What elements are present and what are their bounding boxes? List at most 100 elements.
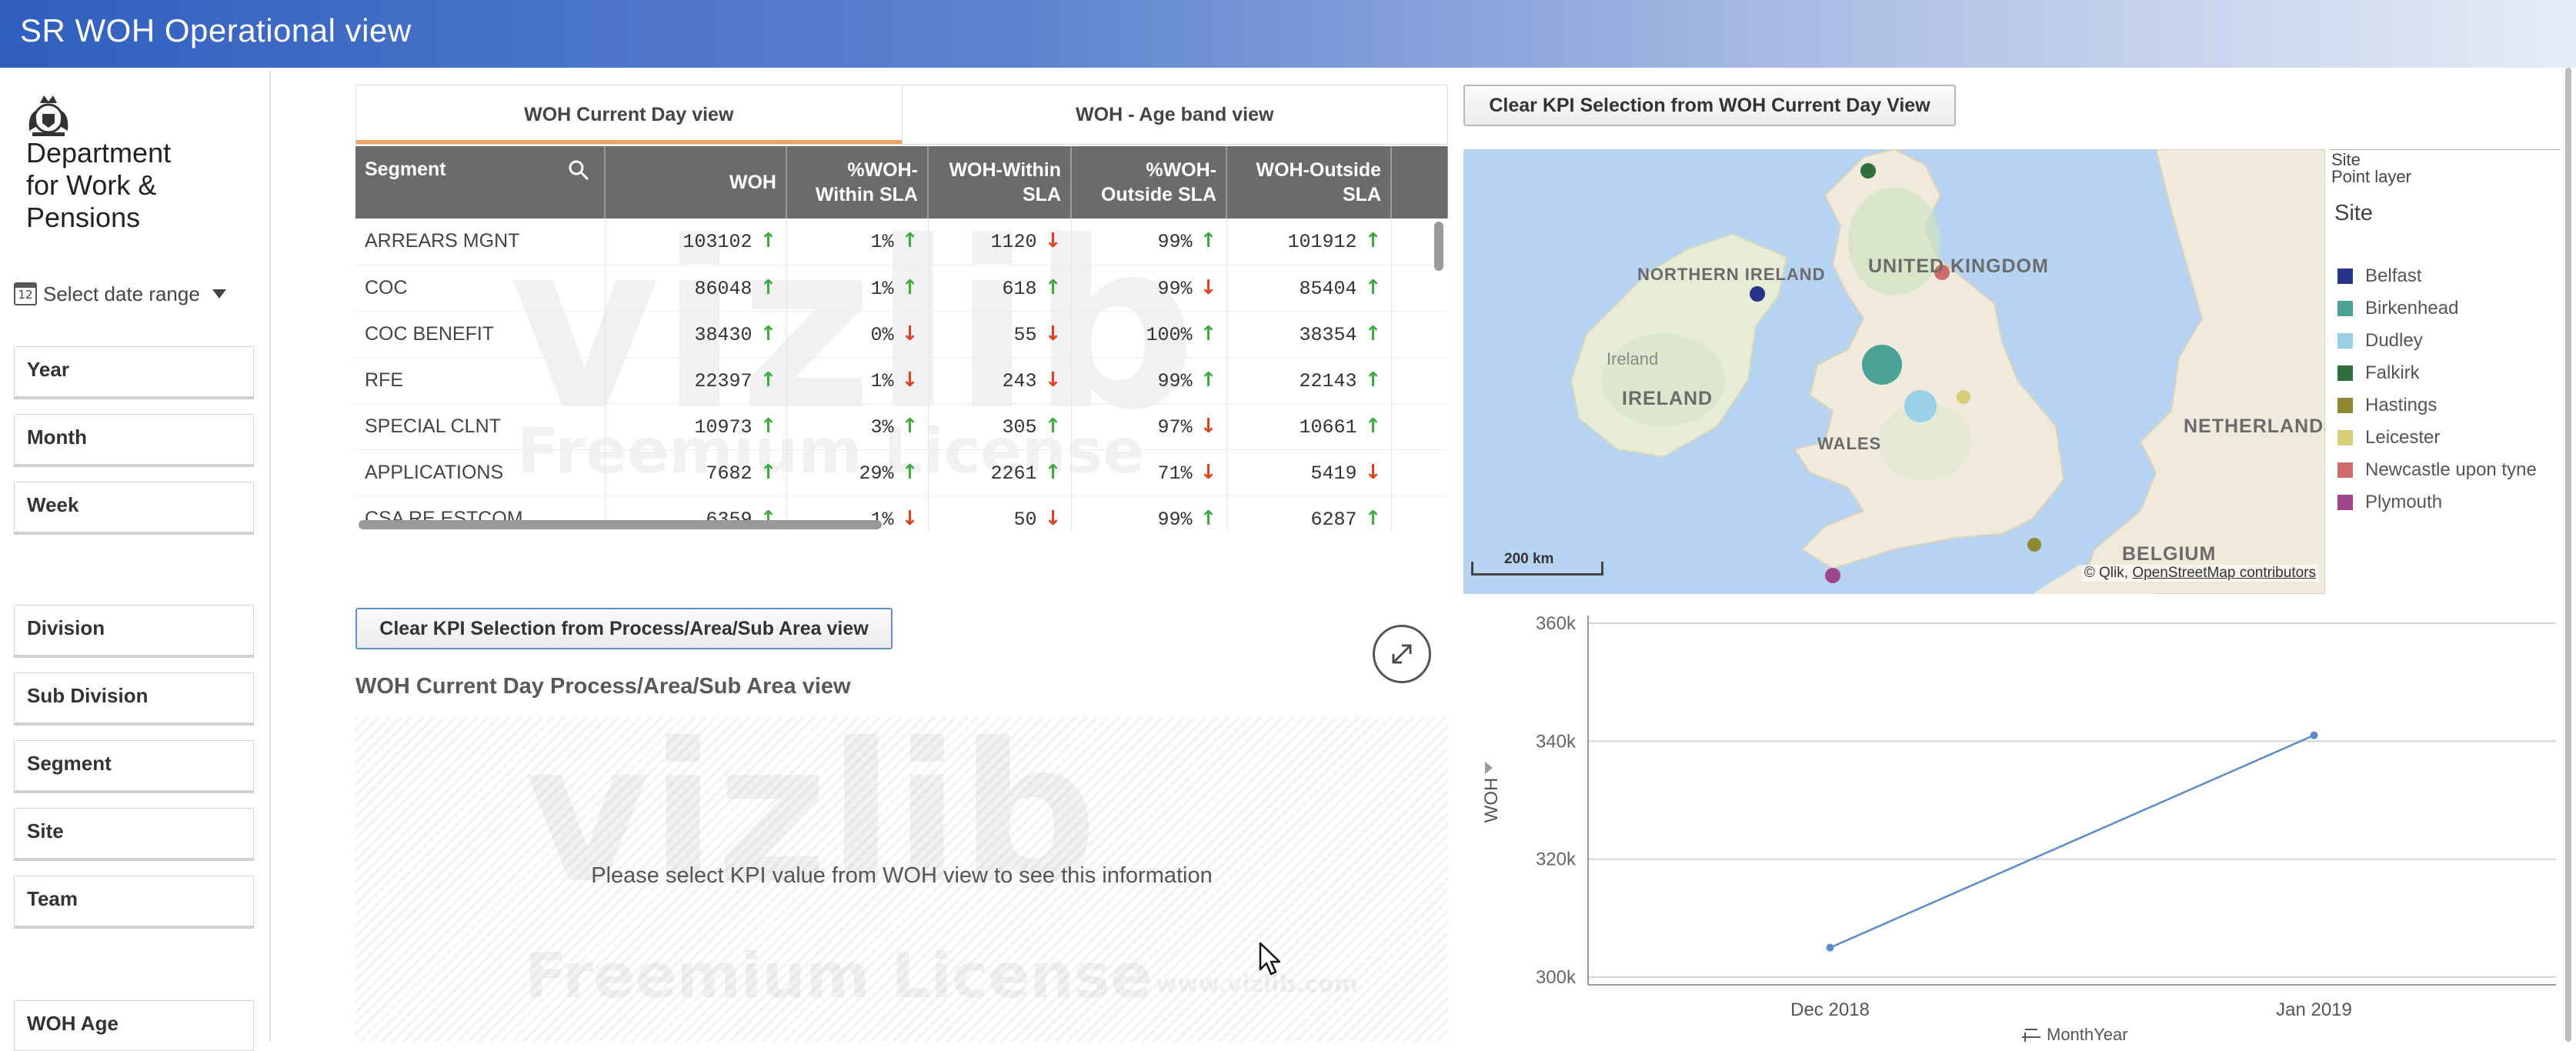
filter-segment[interactable]: Segment (14, 740, 254, 791)
col-header-pct-within-sla[interactable]: %WOH- Within SLA (786, 146, 929, 219)
col-header-pct-outside-sla[interactable]: %WOH- Outside SLA (1071, 146, 1227, 219)
legend-swatch (2337, 333, 2353, 349)
site-point-hastings[interactable] (2027, 538, 2041, 552)
table-row[interactable]: RFE 22397 ↑ 1% ↓ 243 ↓ 99% ↑ 22143 ↑ (355, 357, 1448, 404)
expand-icon[interactable] (1373, 625, 1431, 683)
legend-item[interactable]: Leicester (2337, 427, 2440, 449)
legend-item[interactable]: Plymouth (2337, 492, 2442, 513)
col-header-spacer (1391, 146, 1448, 219)
cell-woh-outside-sla[interactable]: 6287 ↑ (1226, 495, 1392, 531)
table-row[interactable]: APPLICATIONS 7682 ↑ 29% ↑ 2261 ↑ 71% ↓ 5419 ↓ (355, 449, 1448, 496)
filter-month[interactable]: Month (14, 414, 254, 465)
woh-trend-chart[interactable]: 360k 340k 320k 300k Dec 2018 Jan 2019 WOH Month… (1463, 608, 2556, 1042)
filter-sub-division[interactable]: Sub Division (14, 672, 254, 723)
filter-woh-age[interactable]: WOH Age (14, 1000, 254, 1051)
filter-year[interactable]: Year (14, 346, 254, 397)
cell-value: 7682 (706, 462, 752, 485)
filter-division[interactable]: Division (14, 605, 254, 656)
cell-woh-outside-sla[interactable]: 22143 ↑ (1226, 357, 1392, 404)
site-point-birkenhead[interactable] (1862, 345, 1902, 385)
process-empty-message: Please select KPI value from WOH view to… (591, 863, 1213, 888)
cell-segment[interactable]: SPECIAL CLNT (355, 403, 606, 450)
tab-woh-current-day[interactable]: WOH Current Day view (356, 85, 902, 144)
site-point-falkirk[interactable] (1860, 163, 1876, 179)
legend-item[interactable]: Falkirk (2337, 362, 2420, 384)
table-vertical-scrollbar[interactable] (1434, 222, 1443, 271)
cell-pct-outside-sla[interactable]: 99% ↑ (1071, 219, 1227, 265)
date-range-picker[interactable]: 12 Select date range (14, 280, 226, 308)
cell-woh[interactable]: 86048 ↑ (605, 265, 787, 312)
cell-pct-outside-sla[interactable]: 71% ↓ (1071, 449, 1227, 496)
legend-item[interactable]: Birkenhead (2337, 298, 2458, 319)
cell-woh[interactable]: 10973 ↑ (605, 403, 787, 450)
cell-woh-outside-sla[interactable]: 85404 ↑ (1226, 265, 1392, 312)
col-header-segment[interactable]: Segment (355, 146, 606, 219)
site-point-belfast[interactable] (1750, 286, 1765, 302)
cell-segment[interactable]: ARREARS MGNT (355, 219, 606, 265)
col-header-woh[interactable]: WOH (605, 146, 787, 219)
osm-attribution-link[interactable]: OpenStreetMap contributors (2132, 565, 2316, 581)
legend-item[interactable]: Belfast (2337, 265, 2421, 287)
cell-woh[interactable]: 38430 ↑ (605, 311, 787, 358)
search-icon[interactable] (567, 158, 590, 182)
legend-item[interactable]: Newcastle upon tyne (2337, 459, 2537, 481)
legend-swatch (2337, 430, 2353, 445)
legend-label: Leicester (2365, 427, 2441, 448)
cell-segment[interactable]: COC (355, 265, 606, 312)
site-map[interactable]: NORTHERN IRELAND UNITED KINGDOM Ireland … (1463, 149, 2325, 594)
cell-woh-outside-sla[interactable]: 101912 ↑ (1226, 219, 1392, 265)
table-row[interactable]: COC BENEFIT 38430 ↑ 0% ↓ 55 ↓ 100% ↑ 38354 ↑ (355, 311, 1448, 358)
cell-woh[interactable]: 7682 ↑ (605, 449, 787, 496)
cell-segment[interactable]: RFE (355, 357, 606, 404)
table-horizontal-scrollbar[interactable] (359, 520, 882, 529)
legend-item[interactable]: Dudley (2337, 330, 2423, 352)
table-header-row: Segment WOH %WOH- Within SLA WOH-Within … (355, 146, 1448, 219)
arrow-up-icon: ↑ (1200, 229, 1217, 253)
cell-woh-within-sla[interactable]: 55 ↓ (928, 311, 1072, 358)
cell-pct-outside-sla[interactable]: 99% ↑ (1071, 357, 1227, 404)
filter-week[interactable]: Week (14, 482, 254, 532)
cell-pct-within-sla[interactable]: 1% ↑ (786, 265, 929, 312)
cell-segment[interactable]: APPLICATIONS (355, 449, 606, 496)
cell-pct-outside-sla[interactable]: 97% ↓ (1071, 403, 1227, 450)
calendar-icon: 12 (14, 282, 37, 305)
cell-woh-within-sla[interactable]: 243 ↓ (928, 357, 1072, 404)
cell-woh-outside-sla[interactable]: 38354 ↑ (1226, 311, 1392, 358)
filter-site[interactable]: Site (14, 808, 254, 859)
table-row[interactable]: ARREARS MGNT 103102 ↑ 1% ↑ 1120 ↓ 99% ↑ 101912 ↑ (355, 219, 1448, 265)
table-row[interactable]: SPECIAL CLNT 10973 ↑ 3% ↑ 305 ↑ 97% ↓ 10661 ↑ (355, 403, 1448, 450)
cell-pct-outside-sla[interactable]: 100% ↑ (1071, 311, 1227, 358)
cell-pct-outside-sla[interactable]: 99% ↓ (1071, 265, 1227, 312)
site-point-plymouth[interactable] (1825, 568, 1840, 583)
cell-woh-outside-sla[interactable]: 5419 ↓ (1226, 449, 1392, 496)
cell-woh-within-sla[interactable]: 2261 ↑ (928, 449, 1072, 496)
cell-pct-within-sla[interactable]: 1% ↑ (786, 219, 929, 265)
cell-segment[interactable]: COC BENEFIT (355, 311, 606, 358)
data-point (2310, 731, 2318, 739)
page-scrollbar[interactable] (2565, 68, 2571, 1042)
process-view-title: WOH Current Day Process/Area/Sub Area vi… (355, 674, 851, 699)
clear-process-selection-button[interactable]: Clear KPI Selection from Process/Area/Su… (355, 608, 893, 649)
clear-current-day-selection-button[interactable]: Clear KPI Selection from WOH Current Day… (1463, 85, 1956, 126)
site-point-leicester[interactable] (1957, 390, 1970, 404)
site-point-dudley[interactable] (1904, 390, 1937, 422)
col-header-woh-outside-sla[interactable]: WOH-Outside SLA (1226, 146, 1392, 219)
cell-pct-within-sla[interactable]: 29% ↑ (786, 449, 929, 496)
cell-pct-within-sla[interactable]: 0% ↓ (786, 311, 929, 358)
cell-woh-outside-sla[interactable]: 10661 ↑ (1226, 403, 1392, 450)
cell-woh-within-sla[interactable]: 305 ↑ (928, 403, 1072, 450)
cell-woh-within-sla[interactable]: 618 ↑ (928, 265, 1072, 312)
table-row[interactable]: COC 86048 ↑ 1% ↑ 618 ↑ 99% ↓ 85404 ↑ (355, 265, 1448, 312)
legend-item[interactable]: Hastings (2337, 395, 2437, 416)
cell-woh[interactable]: 103102 ↑ (605, 219, 787, 265)
vizlib-watermark: vizlib (525, 717, 1098, 926)
cell-pct-within-sla[interactable]: 1% ↓ (786, 357, 929, 404)
cell-pct-outside-sla[interactable]: 99% ↑ (1071, 495, 1227, 531)
cell-woh-within-sla[interactable]: 1120 ↓ (928, 219, 1072, 265)
tab-woh-age-band[interactable]: WOH - Age band view (901, 85, 1448, 144)
cell-pct-within-sla[interactable]: 3% ↑ (786, 403, 929, 450)
filter-team[interactable]: Team (14, 876, 254, 926)
cell-woh[interactable]: 22397 ↑ (605, 357, 787, 404)
cell-woh-within-sla[interactable]: 50 ↓ (928, 495, 1072, 531)
col-header-woh-within-sla[interactable]: WOH-Within SLA (928, 146, 1072, 219)
